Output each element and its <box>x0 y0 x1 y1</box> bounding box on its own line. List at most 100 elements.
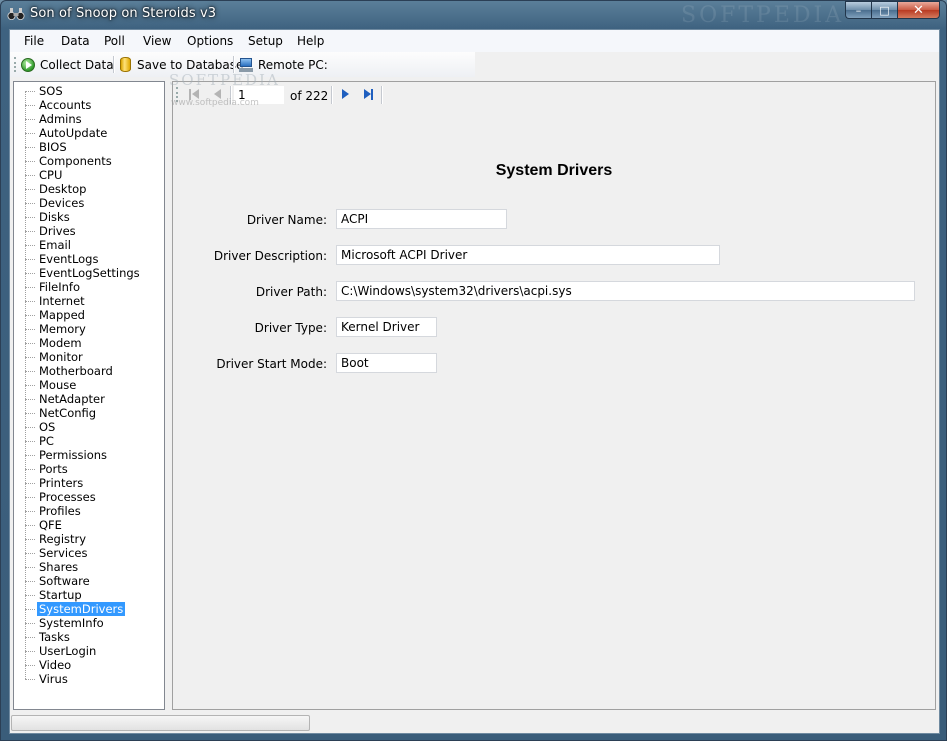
tree-item-modem[interactable]: Modem <box>14 329 164 350</box>
tree-item-bios[interactable]: BIOS <box>14 133 164 154</box>
tree-item-email[interactable]: Email <box>14 231 164 252</box>
tree-item-fileinfo[interactable]: FileInfo <box>14 273 164 294</box>
driver-description-field[interactable] <box>336 245 720 265</box>
tree-item-virus[interactable]: Virus <box>14 665 164 686</box>
tree-item-systemdrivers[interactable]: SystemDrivers <box>14 595 164 616</box>
menu-bar: File Data Poll View Options Setup Help <box>10 30 939 52</box>
tree-item-tasks[interactable]: Tasks <box>14 623 164 644</box>
menu-setup[interactable]: Setup <box>248 34 283 48</box>
menu-poll[interactable]: Poll <box>104 34 125 48</box>
tree-item-os[interactable]: OS <box>14 413 164 434</box>
minimize-button[interactable]: – <box>845 1 871 19</box>
tree-connector <box>25 560 35 568</box>
category-tree[interactable]: SOS Accounts Admins AutoUpdate BIOS Component… <box>13 81 165 710</box>
tree-item-registry[interactable]: Registry <box>14 525 164 546</box>
maximize-button[interactable]: □ <box>871 1 897 19</box>
tree-item-permissions[interactable]: Permissions <box>14 441 164 462</box>
driver-name-label: Driver Name: <box>246 213 327 227</box>
title-watermark: SOFTPEDIA <box>681 3 845 28</box>
tree-connector <box>25 672 35 680</box>
driver-name-field[interactable] <box>336 209 507 229</box>
tree-item-printers[interactable]: Printers <box>14 469 164 490</box>
move-last-icon[interactable] <box>361 88 375 102</box>
collect-data-button[interactable]: Collect Data <box>21 55 114 74</box>
tree-item-systeminfo[interactable]: SystemInfo <box>14 609 164 630</box>
close-button[interactable]: ✕ <box>897 1 940 19</box>
tree-item-eventlogs[interactable]: EventLogs <box>14 245 164 266</box>
tree-item-internet[interactable]: Internet <box>14 287 164 308</box>
tree-connector <box>25 476 35 484</box>
tree-connector <box>25 252 35 260</box>
tree-connector <box>25 434 35 442</box>
menu-file[interactable]: File <box>24 34 44 48</box>
driver-path-field[interactable] <box>336 281 915 301</box>
menu-view[interactable]: View <box>143 34 171 48</box>
tree-connector <box>25 532 35 540</box>
tree-item-userlogin[interactable]: UserLogin <box>14 637 164 658</box>
tree-item-netadapter[interactable]: NetAdapter <box>14 385 164 406</box>
tree-item-processes[interactable]: Processes <box>14 483 164 504</box>
tree-item-disks[interactable]: Disks <box>14 203 164 224</box>
tree-item-accounts[interactable]: Accounts <box>14 91 164 112</box>
tree-item-qfe[interactable]: QFE <box>14 511 164 532</box>
tree-item-admins[interactable]: Admins <box>14 105 164 126</box>
tree-item-video[interactable]: Video <box>14 651 164 672</box>
tree-item-label: NetAdapter <box>39 392 105 406</box>
tree-connector <box>25 644 35 652</box>
tree-item-cpu[interactable]: CPU <box>14 161 164 182</box>
tree-item-label: Drives <box>39 224 76 238</box>
tree-connector <box>25 280 35 288</box>
tree-connector <box>25 140 35 148</box>
tree-connector <box>25 602 35 610</box>
tree-item-label: Services <box>39 546 88 560</box>
tree-item-sos[interactable]: SOS <box>14 84 164 98</box>
tree-item-startup[interactable]: Startup <box>14 581 164 602</box>
tree-item-software[interactable]: Software <box>14 567 164 588</box>
tree-item-label: Modem <box>39 336 82 350</box>
remote-pc-input[interactable] <box>324 55 474 74</box>
move-next-icon[interactable] <box>338 88 352 102</box>
tree-item-shares[interactable]: Shares <box>14 553 164 574</box>
softpedia-logo: SOFTPEDIA <box>169 71 280 89</box>
toolbar-grip[interactable] <box>14 57 19 72</box>
tree-connector <box>25 378 35 386</box>
tree-item-eventlogsettings[interactable]: EventLogSettings <box>14 259 164 280</box>
tree-item-memory[interactable]: Memory <box>14 315 164 336</box>
tree-connector <box>25 322 35 330</box>
tree-item-label: Profiles <box>39 504 81 518</box>
tree-item-ports[interactable]: Ports <box>14 455 164 476</box>
tree-item-motherboard[interactable]: Motherboard <box>14 357 164 378</box>
tree-item-pc[interactable]: PC <box>14 427 164 448</box>
driver-type-field[interactable] <box>336 317 437 337</box>
tree-item-label: Video <box>39 658 72 672</box>
tree-item-monitor[interactable]: Monitor <box>14 343 164 364</box>
tree-connector <box>25 168 35 176</box>
menu-help[interactable]: Help <box>297 34 324 48</box>
tree-item-components[interactable]: Components <box>14 147 164 168</box>
details-panel: of 222 System Drivers Driver Name: Drive… <box>172 81 936 710</box>
menu-data[interactable]: Data <box>61 34 90 48</box>
menu-options[interactable]: Options <box>187 34 233 48</box>
tree-item-mapped[interactable]: Mapped <box>14 301 164 322</box>
tree-item-netconfig[interactable]: NetConfig <box>14 399 164 420</box>
title-bar[interactable]: Son of Snoop on Steroids v3 SOFTPEDIA – … <box>1 1 946 29</box>
tree-item-label: Printers <box>39 476 84 490</box>
binoculars-icon <box>7 8 25 20</box>
tree-item-devices[interactable]: Devices <box>14 189 164 210</box>
tree-connector <box>25 462 35 470</box>
tree-item-label: Disks <box>39 210 70 224</box>
tree-item-desktop[interactable]: Desktop <box>14 175 164 196</box>
tree-item-label: Startup <box>39 588 82 602</box>
tree-item-services[interactable]: Services <box>14 539 164 560</box>
tree-item-drives[interactable]: Drives <box>14 217 164 238</box>
computer-icon <box>239 57 253 72</box>
tree-item-autoupdate[interactable]: AutoUpdate <box>14 119 164 140</box>
tree-item-label: Virus <box>39 672 68 686</box>
driver-start-mode-field[interactable] <box>336 353 437 373</box>
tree-item-mouse[interactable]: Mouse <box>14 371 164 392</box>
tree-connector <box>25 182 35 190</box>
tree-item-profiles[interactable]: Profiles <box>14 497 164 518</box>
tree-item-label: Shares <box>39 560 79 574</box>
tree-item-label: OS <box>39 420 56 434</box>
record-count: of 222 <box>290 89 329 103</box>
